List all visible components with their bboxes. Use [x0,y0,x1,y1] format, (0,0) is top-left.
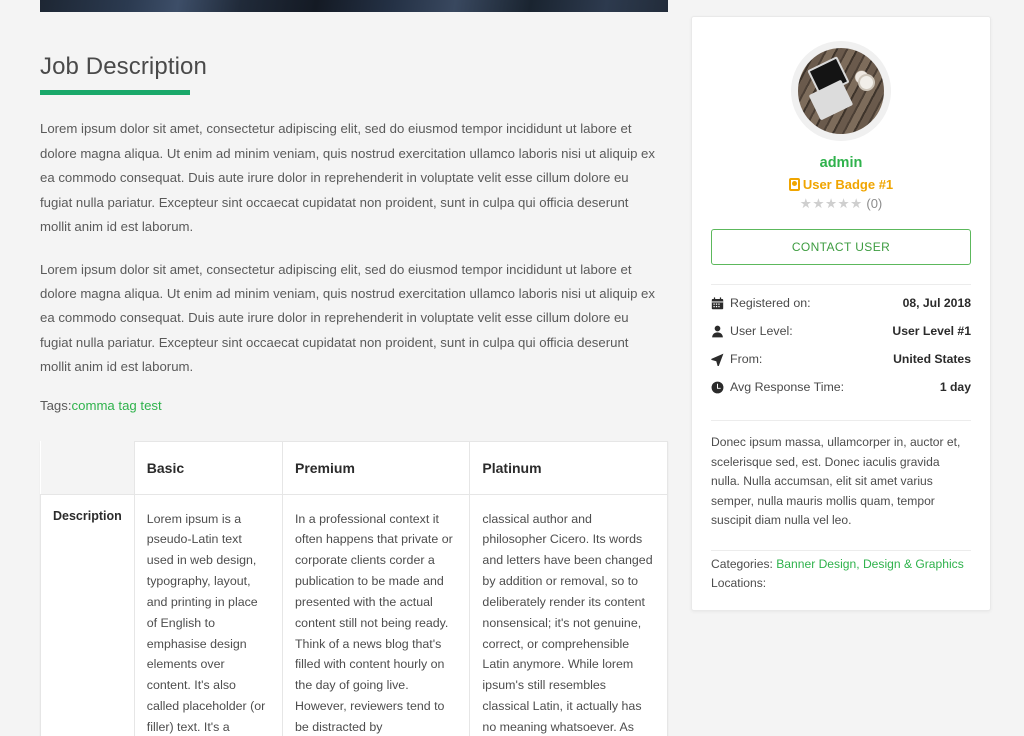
card-divider-meta [711,549,971,551]
tags-label: Tags: [40,397,72,413]
avatar[interactable] [791,41,891,141]
pricing-table: Basic Premium Platinum Description Lorem… [40,440,668,736]
pricing-column-premium: Premium [281,440,471,495]
calendar-icon [711,296,724,310]
user-badge: User Badge #1 [711,177,971,192]
row-label-description: Description [40,493,135,736]
location-arrow-icon [711,353,724,366]
info-label-from: From: [730,352,763,366]
page-title: Job Description [40,53,207,80]
star-rating-icon: ★★★★★ [799,196,863,211]
info-row-avg-response: Avg Response Time: 1 day [711,373,971,401]
categories-label: Categories: [711,556,777,571]
pricing-column-basic: Basic [133,440,283,495]
job-paragraph-2: Lorem ipsum dolor sit amet, consectetur … [40,261,655,375]
user-badge-label: User Badge #1 [802,177,894,192]
info-label-group: User Level: [711,324,793,338]
job-paragraph-1: Lorem ipsum dolor sit amet, consectetur … [40,121,655,235]
main-content-column: Job Description Lorem ipsum dolor sit am… [40,0,668,736]
job-description-section: Job Description Lorem ipsum dolor sit am… [40,12,668,413]
job-description-body: Lorem ipsum dolor sit amet, consectetur … [40,117,662,379]
pricing-table-body: Description Lorem ipsum is a pseudo-Lati… [40,493,668,736]
info-value-registered: 08, Jul 2018 [902,296,971,310]
user-icon [711,325,724,338]
coffee-cup-shape [858,73,876,91]
info-row-registered: Registered on: 08, Jul 2018 [711,289,971,317]
info-label-registered: Registered on: [730,296,811,310]
title-underline [40,90,190,96]
description-cell-platinum: classical author and philosopher Cicero.… [469,493,668,736]
locations-label: Locations: [711,575,767,590]
info-label-group: Registered on: [711,296,811,310]
contact-user-button[interactable]: CONTACT USER [711,229,971,265]
info-value-avg-response: 1 day [939,380,971,394]
tags-link[interactable]: comma tag test [72,398,162,413]
info-label-group: Avg Response Time: [711,380,844,394]
info-row-from: From: United States [711,345,971,373]
user-bio: Donec ipsum massa, ullamcorper in, aucto… [711,435,961,528]
card-divider-top [711,284,971,285]
user-profile-card: admin User Badge #1 ★★★★★ (0) CONTACT US… [691,16,991,612]
info-label-avg-response: Avg Response Time: [730,380,845,394]
header-banner-image [40,0,668,12]
username[interactable]: admin [711,155,971,171]
info-row-user-level: User Level: User Level #1 [711,317,971,345]
info-value-from: United States [893,352,971,366]
tags-row: Tags:comma tag test [40,398,668,413]
info-label-user-level: User Level: [730,324,793,338]
pricing-header-row: Basic Premium Platinum [40,440,668,495]
info-value-user-level: User Level #1 [892,324,971,338]
card-divider-bottom [711,420,971,421]
table-row-description: Description Lorem ipsum is a pseudo-Lati… [40,493,668,736]
rating-count: (0) [866,196,883,211]
avatar-container [711,41,971,141]
description-cell-premium: In a professional context it often happe… [281,493,471,736]
rating-row: ★★★★★ (0) [711,196,971,212]
categories-link[interactable]: Banner Design, Design & Graphics [776,557,964,571]
pricing-table-head: Basic Premium Platinum [40,440,668,495]
categories-row: Categories: Banner Design, Design & Grap… [711,555,971,574]
description-cell-basic: Lorem ipsum is a pseudo-Latin text used … [133,493,283,736]
locations-row: Locations: [711,574,971,593]
info-label-group: From: [711,352,762,366]
job-detail-page: Job Description Lorem ipsum dolor sit am… [0,0,1024,736]
id-badge-icon [788,178,800,191]
pricing-column-platinum: Platinum [469,440,668,495]
pricing-corner-cell [40,441,135,495]
clock-icon [711,381,724,394]
